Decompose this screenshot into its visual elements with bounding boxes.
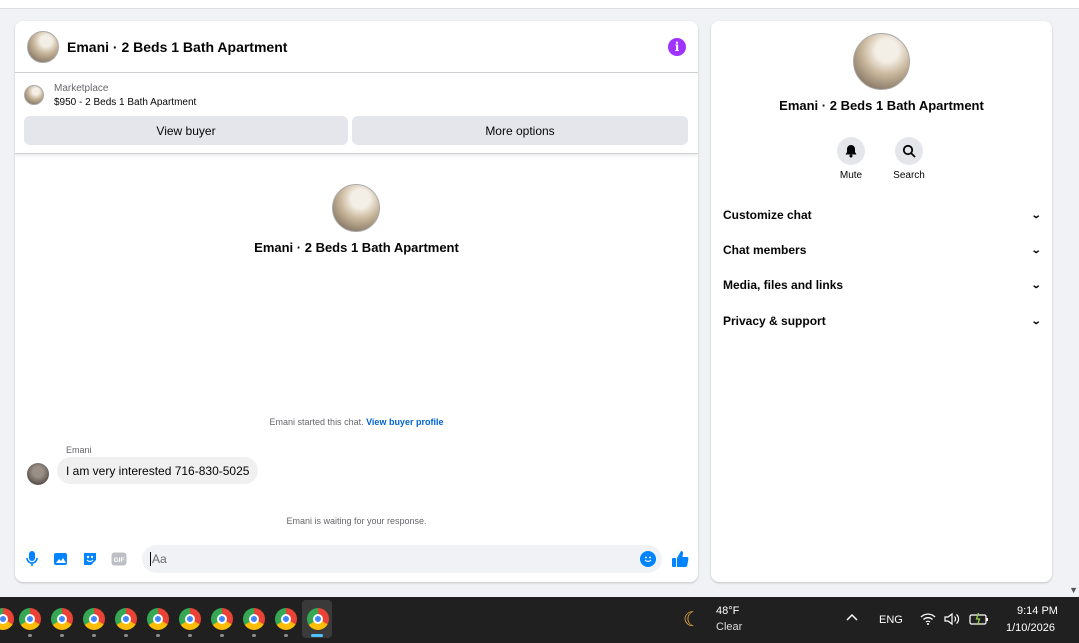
- language-indicator[interactable]: ENG: [879, 614, 903, 626]
- mute-button[interactable]: Mute: [831, 137, 871, 181]
- running-indicator: [28, 634, 32, 637]
- running-indicator: [252, 634, 256, 637]
- chat-header: Emani · 2 Beds 1 Bath Apartment i: [15, 21, 698, 73]
- thumbs-up-icon[interactable]: [671, 550, 689, 568]
- gif-icon[interactable]: GIF: [111, 551, 127, 567]
- chevron-down-icon: ⌄: [1030, 279, 1042, 291]
- clock-time[interactable]: 9:14 PM: [1017, 605, 1058, 617]
- listing-row[interactable]: Marketplace $950 - 2 Beds 1 Bath Apartme…: [24, 79, 689, 111]
- search-label: Search: [893, 170, 925, 181]
- menu-label: Privacy & support: [723, 314, 826, 328]
- weather-desc[interactable]: Clear: [716, 621, 742, 633]
- chevron-up-icon[interactable]: [846, 611, 858, 625]
- chat-info-panel: Emani · 2 Beds 1 Bath Apartment Mute Sea…: [711, 21, 1052, 582]
- chevron-down-icon: ⌄: [1030, 209, 1042, 221]
- running-indicator: [60, 634, 64, 637]
- started-text: Emani started this chat.: [269, 417, 364, 427]
- chat-avatar[interactable]: [27, 30, 59, 63]
- listing-buttons: View buyer More options: [24, 116, 689, 145]
- waiting-notice: Emani is waiting for your response.: [286, 516, 427, 526]
- chrome-icon[interactable]: [0, 608, 14, 630]
- more-options-button[interactable]: More options: [352, 116, 688, 145]
- view-buyer-profile-link[interactable]: View buyer profile: [366, 417, 443, 427]
- intro-avatar: [332, 184, 380, 232]
- browser-top-strip: [0, 0, 1079, 9]
- clock-date[interactable]: 1/10/2026: [1006, 622, 1055, 634]
- message-thread: Emani · 2 Beds 1 Bath Apartment Emani st…: [15, 154, 698, 534]
- scroll-down-arrow[interactable]: ▼: [1069, 585, 1078, 595]
- active-indicator: [311, 634, 323, 637]
- side-title: Emani · 2 Beds 1 Bath Apartment: [779, 98, 984, 113]
- chat-title[interactable]: Emani · 2 Beds 1 Bath Apartment: [67, 39, 668, 55]
- side-avatar[interactable]: [853, 33, 910, 90]
- chrome-icon[interactable]: [51, 608, 73, 630]
- chevron-down-icon: ⌄: [1030, 315, 1042, 327]
- menu-privacy-support[interactable]: Privacy & support ⌄: [723, 311, 1042, 331]
- sender-avatar[interactable]: [27, 463, 49, 485]
- chrome-icon[interactable]: [147, 608, 169, 630]
- chevron-down-icon: ⌄: [1030, 244, 1042, 256]
- gif-label: GIF: [114, 557, 125, 564]
- view-buyer-button[interactable]: View buyer: [24, 116, 348, 145]
- volume-icon[interactable]: [944, 612, 960, 629]
- mute-label: Mute: [839, 170, 863, 181]
- chat-started-notice: Emani started this chat. View buyer prof…: [15, 417, 698, 427]
- running-indicator: [124, 634, 128, 637]
- menu-label: Media, files and links: [723, 278, 844, 292]
- marketplace-listing: Marketplace $950 - 2 Beds 1 Bath Apartme…: [15, 73, 698, 154]
- menu-customize-chat[interactable]: Customize chat ⌄: [723, 205, 1042, 225]
- listing-price-title: $950 - 2 Beds 1 Bath Apartment: [54, 96, 197, 108]
- listing-thumbnail: [24, 85, 44, 105]
- chrome-icon[interactable]: [307, 608, 329, 630]
- chat-panel: Emani · 2 Beds 1 Bath Apartment i Market…: [15, 21, 698, 582]
- moon-icon[interactable]: ☾: [683, 607, 701, 632]
- wifi-icon[interactable]: [920, 612, 936, 629]
- search-icon: [895, 137, 923, 165]
- message-input[interactable]: Aa: [142, 545, 662, 573]
- listing-label: Marketplace: [54, 82, 109, 94]
- running-indicator: [188, 634, 192, 637]
- chrome-icon[interactable]: [115, 608, 137, 630]
- chrome-icon[interactable]: [179, 608, 201, 630]
- running-indicator: [92, 634, 96, 637]
- running-indicator: [284, 634, 288, 637]
- message-composer: GIF Aa: [15, 544, 698, 574]
- windows-taskbar: ☾ 48°F Clear ENG 9:14 PM 1/10/2026: [0, 597, 1079, 643]
- chrome-icon[interactable]: [275, 608, 297, 630]
- chrome-icon[interactable]: [19, 608, 41, 630]
- message-sender: Emani: [66, 445, 92, 455]
- sticker-icon[interactable]: [82, 551, 98, 567]
- chrome-icon[interactable]: [243, 608, 265, 630]
- chrome-icon[interactable]: [211, 608, 233, 630]
- bell-icon: [837, 137, 865, 165]
- running-indicator: [156, 634, 160, 637]
- search-button[interactable]: Search: [889, 137, 929, 181]
- chrome-icon[interactable]: [83, 608, 105, 630]
- battery-icon[interactable]: [969, 612, 989, 629]
- info-icon[interactable]: i: [668, 37, 686, 56]
- menu-label: Customize chat: [723, 208, 812, 222]
- menu-chat-members[interactable]: Chat members ⌄: [723, 240, 1042, 260]
- weather-temp[interactable]: 48°F: [716, 605, 739, 617]
- message-bubble[interactable]: I am very interested 716-830-5025: [57, 457, 259, 484]
- menu-media-files-links[interactable]: Media, files and links ⌄: [723, 275, 1042, 295]
- menu-label: Chat members: [723, 243, 807, 257]
- emoji-icon[interactable]: [640, 551, 656, 567]
- intro-title: Emani · 2 Beds 1 Bath Apartment: [254, 240, 459, 255]
- microphone-icon[interactable]: [24, 551, 40, 567]
- running-indicator: [220, 634, 224, 637]
- photo-icon[interactable]: [53, 551, 69, 567]
